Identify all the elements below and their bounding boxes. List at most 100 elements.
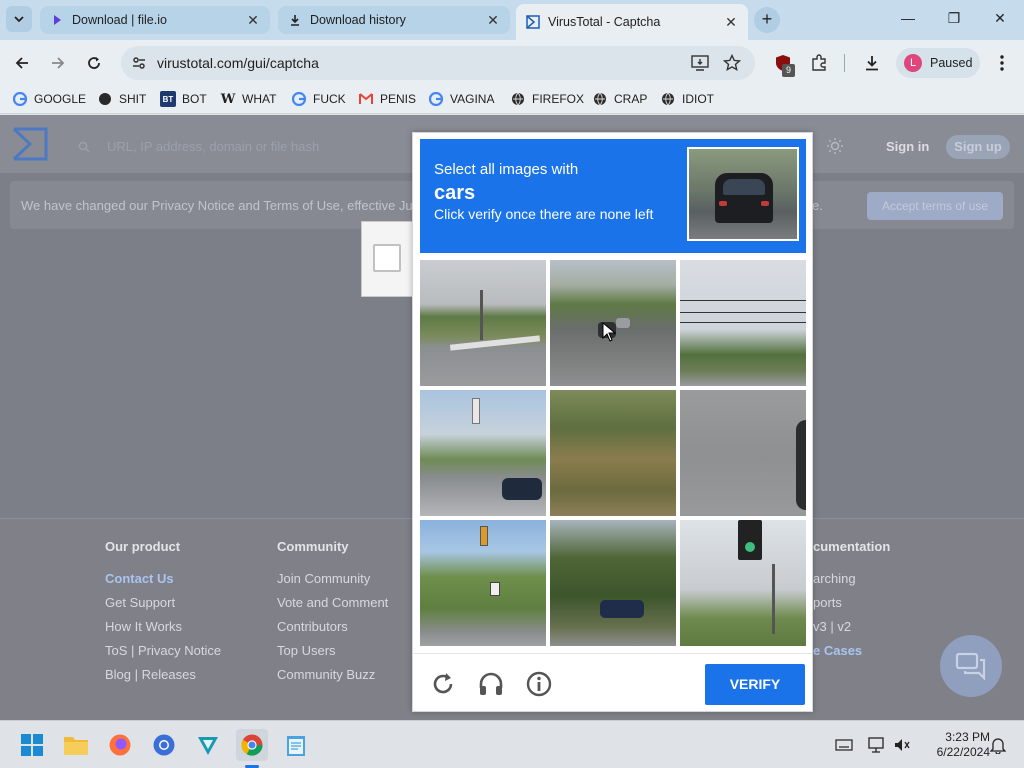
footer-link[interactable]: arching xyxy=(813,571,890,595)
forward-button[interactable] xyxy=(47,52,69,74)
system-clock[interactable]: 3:23 PM 6/22/2024 xyxy=(920,730,990,760)
accept-terms-button[interactable]: Accept terms of use xyxy=(867,192,1003,220)
bookmark-what[interactable]: W WHAT xyxy=(220,91,277,107)
footer-link[interactable]: Blog | Releases xyxy=(105,667,221,691)
volume-muted-icon[interactable] xyxy=(892,735,912,755)
footer-link[interactable]: Community Buzz xyxy=(277,667,388,691)
virustotal-logo-icon[interactable] xyxy=(12,127,48,166)
reload-icon xyxy=(88,57,100,69)
new-tab-button[interactable]: + xyxy=(754,7,780,33)
footer-link[interactable]: Vote and Comment xyxy=(277,595,388,619)
footer-link[interactable]: Top Users xyxy=(277,643,388,667)
instruction-line: Select all images with xyxy=(434,161,579,178)
bookmark-penis[interactable]: PENIS xyxy=(358,91,416,107)
tile-traffic-light xyxy=(738,520,762,560)
windows-taskbar: 3:23 PM 6/22/2024 xyxy=(0,720,1024,768)
globe-icon xyxy=(592,91,608,107)
bookmark-fuck[interactable]: FUCK xyxy=(291,91,346,107)
chrome-icon[interactable] xyxy=(236,729,268,761)
tab-title: Download history xyxy=(310,13,406,27)
bookmark-label: VAGINA xyxy=(450,92,495,106)
bookmark-bot[interactable]: BT BOT xyxy=(160,91,207,107)
footer-link[interactable]: Contributors xyxy=(277,619,388,643)
back-button[interactable] xyxy=(11,52,33,74)
captcha-tile[interactable] xyxy=(550,520,676,646)
close-icon[interactable]: ✕ xyxy=(486,13,500,27)
captcha-tile[interactable] xyxy=(550,390,676,516)
firefox-icon[interactable] xyxy=(104,729,136,761)
site-settings-icon[interactable] xyxy=(128,52,150,74)
browser-menu-icon[interactable] xyxy=(991,52,1013,74)
tile-pole xyxy=(772,564,775,634)
chevron-down-icon xyxy=(14,16,24,23)
bookmark-google[interactable]: GOOGLE xyxy=(12,91,86,107)
verify-button[interactable]: VERIFY xyxy=(705,664,805,705)
captcha-tile[interactable] xyxy=(680,390,806,516)
downloads-icon[interactable] xyxy=(861,52,883,74)
mouse-cursor-icon xyxy=(602,322,616,342)
theme-toggle-icon[interactable] xyxy=(826,137,844,160)
footer-link[interactable]: How It Works xyxy=(105,619,221,643)
profile-button[interactable]: L Paused xyxy=(896,48,980,78)
reload-button[interactable] xyxy=(83,52,105,74)
sign-in-link[interactable]: Sign in xyxy=(886,139,929,154)
extensions-puzzle-icon[interactable] xyxy=(808,52,830,74)
bookmark-shit[interactable]: SHIT xyxy=(97,91,146,107)
minimize-icon[interactable]: — xyxy=(898,10,918,26)
info-icon[interactable] xyxy=(525,670,553,698)
captcha-tile[interactable] xyxy=(680,520,806,646)
captcha-tile[interactable] xyxy=(420,390,546,516)
reload-icon[interactable] xyxy=(429,670,457,698)
tab-title: Download | file.io xyxy=(72,13,167,27)
tile-detail xyxy=(680,322,806,323)
captcha-tile[interactable] xyxy=(420,260,546,386)
bookmark-firefox[interactable]: FIREFOX xyxy=(510,91,584,107)
notification-bell-icon[interactable] xyxy=(988,735,1008,755)
close-icon[interactable]: ✕ xyxy=(724,15,738,29)
bookmark-label: WHAT xyxy=(242,92,277,106)
bookmark-vagina[interactable]: VAGINA xyxy=(428,91,494,107)
chat-button[interactable] xyxy=(940,635,1002,697)
tab-file-io[interactable]: Download | file.io ✕ xyxy=(40,6,270,34)
recaptcha-checkbox[interactable] xyxy=(373,244,401,272)
captcha-tile[interactable] xyxy=(420,520,546,646)
vpn-icon[interactable] xyxy=(192,729,224,761)
network-icon[interactable] xyxy=(866,735,886,755)
captcha-tile[interactable] xyxy=(550,260,676,386)
tile-sign xyxy=(490,582,500,596)
car-light xyxy=(761,201,769,206)
footer-link[interactable]: v3 | v2 xyxy=(813,619,890,643)
bookmark-star-icon[interactable] xyxy=(721,52,743,74)
close-window-icon[interactable]: ✕ xyxy=(990,10,1010,27)
install-app-icon[interactable] xyxy=(689,52,711,74)
arrow-left-icon xyxy=(15,57,28,69)
footer-link[interactable]: e Cases xyxy=(813,643,890,667)
footer-link[interactable]: ports xyxy=(813,595,890,619)
file-explorer-icon[interactable] xyxy=(60,729,92,761)
tab-download-history[interactable]: Download history ✕ xyxy=(278,6,510,34)
chrome-alt-icon[interactable] xyxy=(148,729,180,761)
footer-link[interactable]: Contact Us xyxy=(105,571,221,595)
notepad-icon[interactable] xyxy=(280,729,312,761)
url-text: virustotal.com/gui/captcha xyxy=(157,55,319,71)
sign-up-button[interactable]: Sign up xyxy=(946,135,1010,159)
bookmark-crap[interactable]: CRAP xyxy=(592,91,647,107)
footer-link[interactable]: ToS | Privacy Notice xyxy=(105,643,221,667)
chat-icon xyxy=(955,652,986,681)
globe-icon xyxy=(97,91,113,107)
footer-link[interactable]: Join Community xyxy=(277,571,388,595)
windows-start-icon[interactable] xyxy=(16,729,48,761)
keyboard-icon[interactable] xyxy=(834,735,854,755)
captcha-tile[interactable] xyxy=(680,260,806,386)
close-icon[interactable]: ✕ xyxy=(246,13,260,27)
footer-link[interactable]: Get Support xyxy=(105,595,221,619)
vt-search-input[interactable]: URL, IP address, domain or file hash xyxy=(107,139,319,154)
bookmark-idiot[interactable]: IDIOT xyxy=(660,91,714,107)
download-icon xyxy=(288,13,302,27)
bookmark-label: PENIS xyxy=(380,92,417,106)
tab-search-button[interactable] xyxy=(6,6,32,32)
restore-icon[interactable]: ❐ xyxy=(944,10,964,27)
tab-virustotal[interactable]: VirusTotal - Captcha ✕ xyxy=(516,4,748,40)
toolbar-divider xyxy=(844,54,845,72)
headphones-icon[interactable] xyxy=(477,670,505,698)
